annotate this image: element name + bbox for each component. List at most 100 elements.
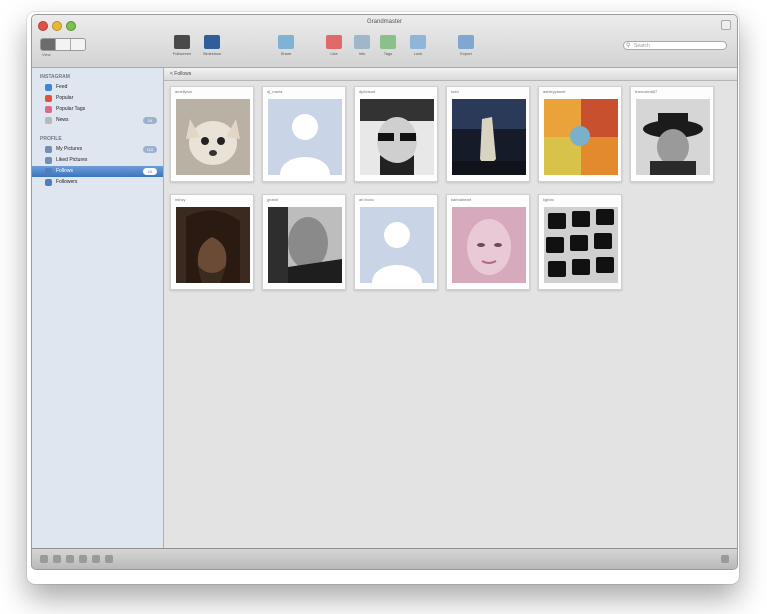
username-label: ludd (451, 89, 459, 94)
user-card[interactable]: karinaheart (446, 194, 530, 290)
username-label: kgfoto (543, 197, 554, 202)
gear-icon[interactable] (66, 555, 74, 563)
toolbar-button-label: Info (358, 51, 366, 56)
view-mode-selector[interactable] (40, 38, 86, 51)
app-window: Grandmaster View Fullscreen Slideshow Shar… (31, 14, 738, 570)
tag-icon (380, 35, 396, 49)
book-icon (204, 35, 220, 49)
username-label: ashleyplanet (543, 89, 566, 94)
profile-photo[interactable] (636, 99, 710, 175)
username-label: ari.frodo (359, 197, 374, 202)
profile-photo[interactable] (176, 99, 250, 175)
toolbar-slideshow-button[interactable]: Slideshow (198, 35, 226, 56)
user-card[interactable]: jpranti (262, 194, 346, 290)
user-card[interactable]: ameliyam (170, 86, 254, 182)
toolbar-tags-button[interactable]: Tags (374, 35, 402, 56)
sidebar-item-label: Followers (56, 179, 78, 185)
minus-icon[interactable] (53, 555, 61, 563)
username-label: mihzy (175, 197, 186, 202)
window-title: Grandmaster (366, 19, 402, 25)
toolbar-button-label: Slideshow (202, 51, 222, 56)
sidebar-item-label: Popular (56, 95, 74, 101)
search-placeholder: Search (634, 43, 650, 49)
user-grid: ameliyam dj_maria djchrisart ludd ashleyplan… (170, 86, 730, 290)
sidebar-item-feed[interactable]: Feed (32, 82, 163, 93)
avatar-placeholder[interactable] (360, 207, 434, 283)
username-label: jpranti (267, 197, 278, 202)
user-card[interactable]: ashleyplanet (538, 86, 622, 182)
toolbar-share-button[interactable]: Share (272, 35, 300, 56)
sidebar-item-popular-tags[interactable]: Popular Tags (32, 104, 163, 115)
search-field[interactable]: ⚲ Search (623, 41, 727, 50)
follows-icon (45, 168, 52, 175)
count-badge: 24 (143, 117, 157, 124)
user-card[interactable]: mihzy (170, 194, 254, 290)
sidebar-item-popular[interactable]: Popular (32, 93, 163, 104)
profile-photo[interactable] (452, 99, 526, 175)
grid-view-icon[interactable] (41, 39, 56, 50)
user-card[interactable]: djchrisart (354, 86, 438, 182)
sidebar: Instagram Feed Popular Popular Tags News 24 Pr… (32, 68, 164, 549)
news-icon (45, 117, 52, 124)
sidebar-item-news[interactable]: News 24 (32, 115, 163, 126)
user-card[interactable]: francokrat67 (630, 86, 714, 182)
resize-icon[interactable] (721, 555, 729, 563)
main-content: < Follows ameliyam dj_maria djchrisart ludd… (164, 68, 737, 549)
list-view-icon[interactable] (56, 39, 71, 50)
sidebar-item-label: Popular Tags (56, 106, 86, 112)
sidebar-item-follows[interactable]: Follows 10 (32, 166, 163, 177)
bottom-bar (32, 548, 737, 569)
profile-photo[interactable] (176, 207, 250, 283)
refresh-icon[interactable] (79, 555, 87, 563)
username-label: ameliyam (175, 89, 193, 94)
popular-icon (45, 95, 52, 102)
sidebar-item-my-pictures[interactable]: My Pictures 115 (32, 144, 163, 155)
sidebar-item-label: My Pictures (56, 146, 83, 152)
feed-icon (45, 84, 52, 91)
username-label: francokrat67 (635, 89, 658, 94)
user-card[interactable]: dj_maria (262, 86, 346, 182)
toolbar-button-label: Fullscreen (172, 51, 192, 56)
toolbar-lock-button[interactable]: Lock (404, 35, 432, 56)
plus-icon[interactable] (40, 555, 48, 563)
profile-photo[interactable] (544, 99, 618, 175)
pictures-icon (45, 146, 52, 153)
count-badge: 10 (143, 168, 157, 175)
user-card[interactable]: ari.frodo (354, 194, 438, 290)
profile-photo[interactable] (544, 207, 618, 283)
lock-icon (410, 35, 426, 49)
toolbar-button-label: Lock (413, 51, 423, 56)
breadcrumb[interactable]: < Follows (164, 68, 737, 81)
tags-icon (45, 106, 52, 113)
sidebar-item-label: Follows (56, 168, 73, 174)
fullscreen-toggle[interactable] (721, 20, 731, 30)
username-label: dj_maria (267, 89, 283, 94)
eye-icon[interactable] (92, 555, 100, 563)
toolbar-button-label: Tags (383, 51, 393, 56)
profile-photo[interactable] (268, 207, 342, 283)
sidebar-item-label: Feed (56, 84, 68, 90)
user-card[interactable]: ludd (446, 86, 530, 182)
sidebar-item-liked-pictures[interactable]: Liked Pictures (32, 155, 163, 166)
toolbar-fullscreen-button[interactable]: Fullscreen (168, 35, 196, 56)
toolbar-button-label: Like (330, 51, 338, 56)
toolbar-export-button[interactable]: Export (452, 35, 480, 56)
info-icon[interactable] (105, 555, 113, 563)
sidebar-item-label: News (56, 117, 69, 123)
toolbar-like-button[interactable]: Like (320, 35, 348, 56)
heart-icon (326, 35, 342, 49)
flow-view-icon[interactable] (71, 39, 85, 50)
username-label: karinaheart (451, 197, 472, 202)
profile-photo[interactable] (360, 99, 434, 175)
toolbar-info-button[interactable]: Info (348, 35, 376, 56)
sidebar-item-label: Liked Pictures (56, 157, 88, 163)
profile-photo[interactable] (452, 207, 526, 283)
toolbar: Grandmaster View Fullscreen Slideshow Shar… (32, 15, 737, 68)
sidebar-section-header: Profile (40, 136, 62, 142)
liked-icon (45, 157, 52, 164)
toolbar-button-label: Share (280, 51, 292, 56)
toolbar-button-label: Export (460, 51, 472, 56)
sidebar-item-followers[interactable]: Followers (32, 177, 163, 188)
user-card[interactable]: kgfoto (538, 194, 622, 290)
avatar-placeholder[interactable] (268, 99, 342, 175)
